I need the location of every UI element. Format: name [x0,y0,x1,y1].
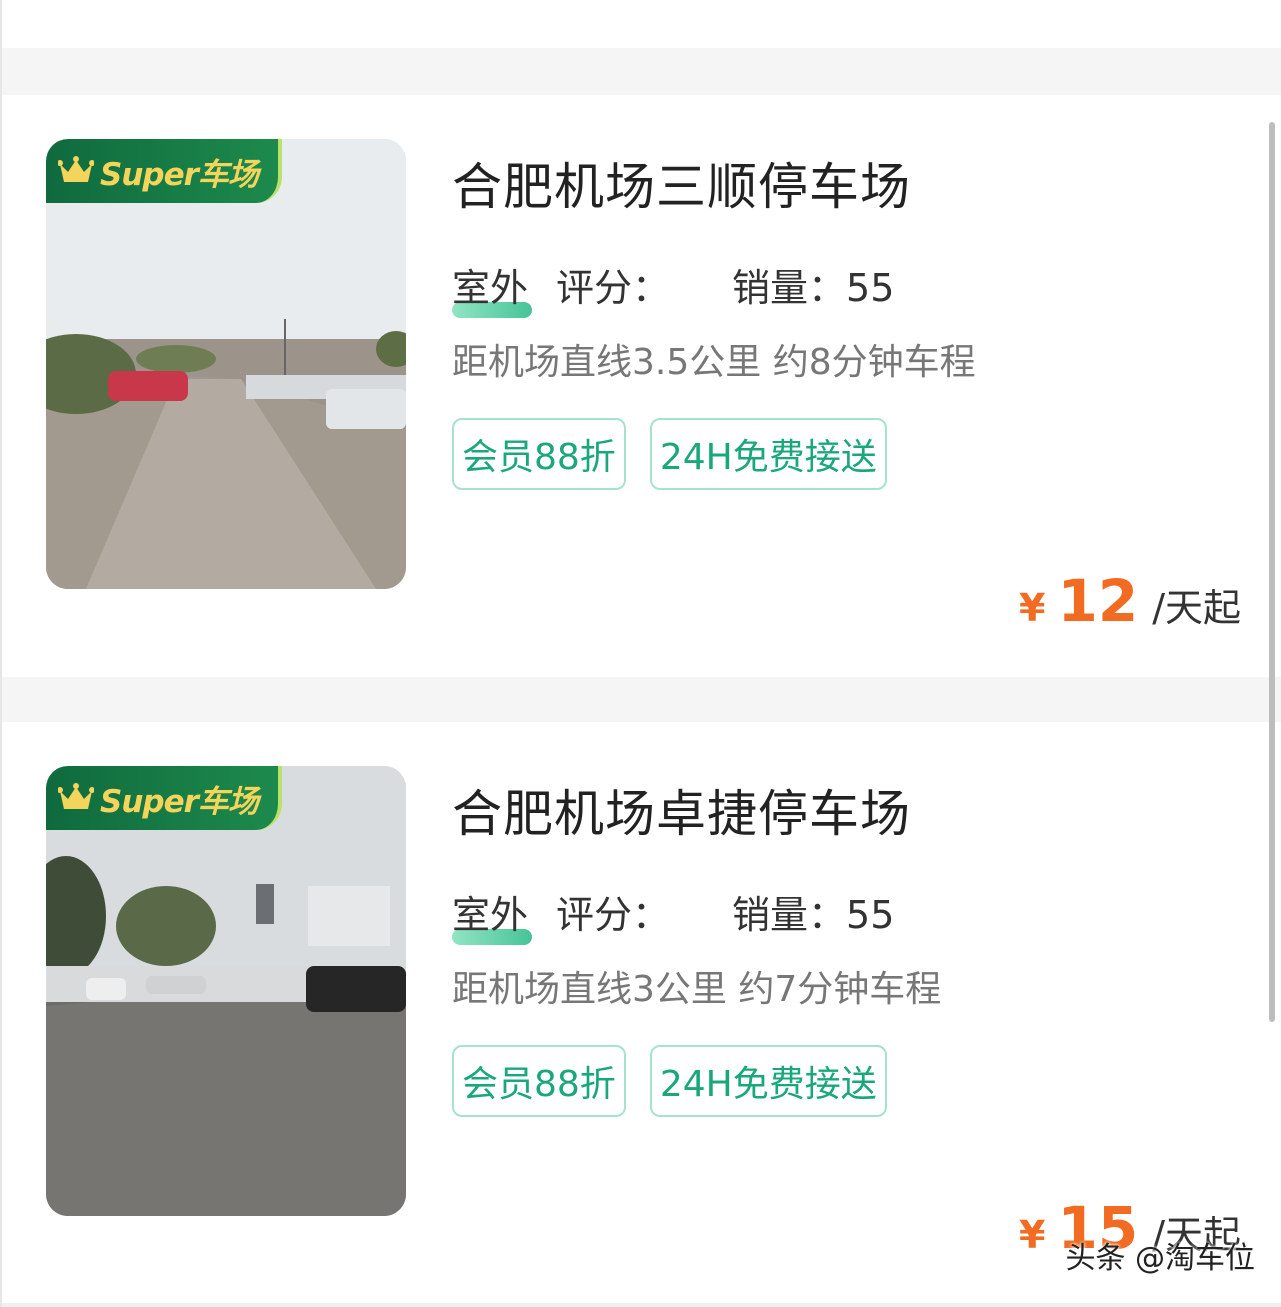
type-badge: 室外 [452,884,532,945]
distance-text: 距机场直线3.5公里 约8分钟车程 [452,342,976,383]
bottom-divider [2,1303,1281,1307]
super-badge-label: Super车场 [100,156,259,193]
top-strip [2,0,1281,48]
watermark: 头条 @淘车位 [1065,1241,1255,1276]
page: Super车场 合肥机场三顺停车场 室外 评分： 销量：55 距机场直线3.5公… [0,0,1281,1307]
crown-icon [58,156,94,182]
parking-photo[interactable]: Super车场 [46,766,406,1216]
type-badge: 室外 [452,257,532,318]
tag-shuttle: 24H免费接送 [649,418,887,490]
crown-icon [58,783,94,809]
score-label: 评分： [556,266,671,310]
score-label: 评分： [556,893,671,937]
super-badge: Super车场 [46,139,282,203]
price-currency: ¥ [1019,1213,1046,1257]
price-currency: ¥ [1019,586,1046,630]
parking-photo-image [46,139,406,589]
price-value: 12 [1057,567,1139,635]
parking-photo[interactable]: Super车场 [46,139,406,589]
scrollbar[interactable] [1269,122,1275,1022]
parking-photo-image [46,766,406,1216]
sales-label: 销量：55 [732,266,895,310]
parking-title[interactable]: 合肥机场三顺停车场 [452,147,911,219]
parking-title[interactable]: 合肥机场卓捷停车场 [452,774,911,846]
tag-list: 会员88折 24H免费接送 [452,1045,911,1117]
meta-row: 室外 评分： 销量：55 [452,884,895,945]
super-badge: Super车场 [46,766,282,830]
tag-member-discount: 会员88折 [452,1045,626,1117]
tag-member-discount: 会员88折 [452,418,626,490]
price-unit: /天起 [1152,586,1241,630]
sales-label: 销量：55 [732,893,895,937]
tag-list: 会员88折 24H免费接送 [452,418,911,490]
parking-card[interactable]: Super车场 合肥机场卓捷停车场 室外 评分： 销量：55 距机场直线3公里 … [2,722,1281,1307]
parking-card[interactable]: Super车场 合肥机场三顺停车场 室外 评分： 销量：55 距机场直线3.5公… [2,95,1281,677]
super-badge-label: Super车场 [100,783,259,820]
meta-row: 室外 评分： 销量：55 [452,257,895,318]
price: ¥ 12 /天起 [1019,567,1241,635]
tag-shuttle: 24H免费接送 [649,1045,887,1117]
distance-text: 距机场直线3公里 约7分钟车程 [452,969,942,1010]
